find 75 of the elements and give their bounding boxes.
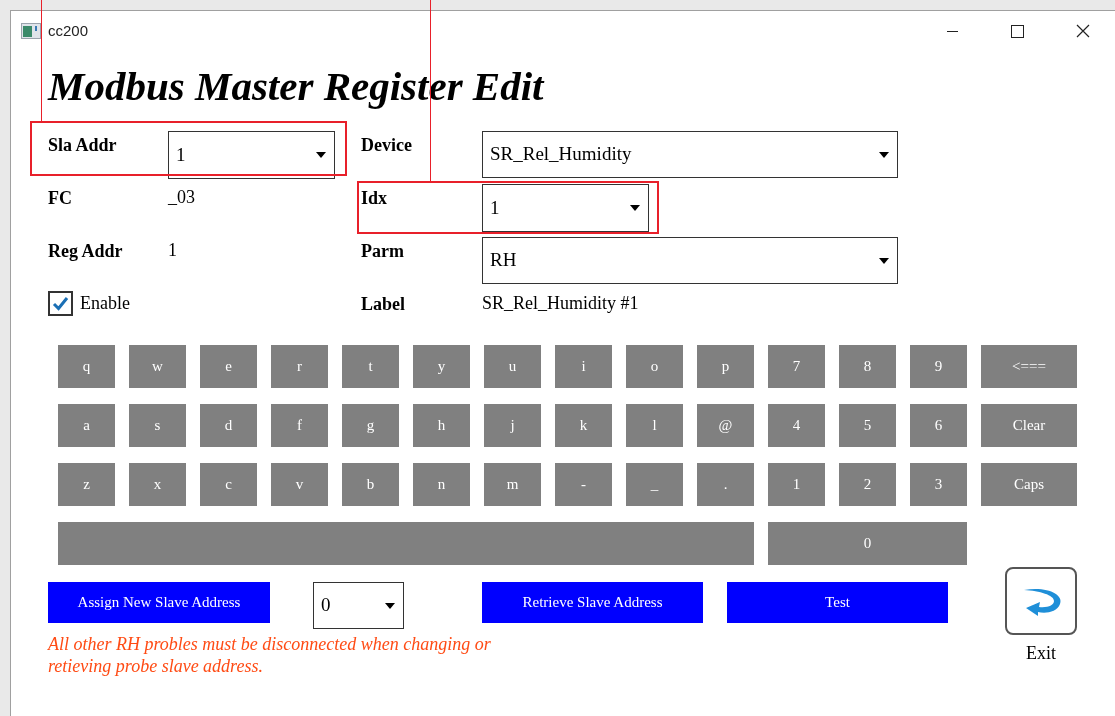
keyboard-key[interactable]: 0 <box>768 522 967 565</box>
keyboard-key[interactable]: s <box>129 404 186 447</box>
field-value: 1 <box>168 239 177 262</box>
field-value: SR_Rel_Humidity #1 <box>482 292 639 315</box>
keyboard-key[interactable]: 1 <box>768 463 825 506</box>
check-icon <box>52 296 69 311</box>
keyboard-key[interactable]: o <box>626 345 683 388</box>
keyboard-key[interactable]: z <box>58 463 115 506</box>
keyboard-key[interactable]: Clear <box>981 404 1077 447</box>
keyboard-key[interactable]: e <box>200 345 257 388</box>
keyboard-key[interactable]: w <box>129 345 186 388</box>
close-icon <box>1075 24 1090 38</box>
dropdown[interactable]: SR_Rel_Humidity <box>482 131 898 178</box>
keyboard-key[interactable]: q <box>58 345 115 388</box>
keyboard-key[interactable]: 9 <box>910 345 967 388</box>
field-label: Sla Addr <box>48 134 118 157</box>
field-label: Parm <box>361 240 405 263</box>
dropdown[interactable]: 1 <box>482 184 649 232</box>
keyboard-key[interactable]: p <box>697 345 754 388</box>
keyboard-key[interactable]: y <box>413 345 470 388</box>
keyboard-key[interactable]: 6 <box>910 404 967 447</box>
keyboard-key[interactable]: a <box>58 404 115 447</box>
keyboard-key[interactable]: <=== <box>981 345 1077 388</box>
dropdown[interactable]: 1 <box>168 131 335 179</box>
window-title: cc200 <box>48 20 89 41</box>
keyboard-key[interactable]: m <box>484 463 541 506</box>
keyboard-key[interactable]: u <box>484 345 541 388</box>
keyboard-key[interactable]: v <box>271 463 328 506</box>
keyboard-key[interactable]: @ <box>697 404 754 447</box>
field-value: _03 <box>168 186 195 209</box>
keyboard-key[interactable]: g <box>342 404 399 447</box>
keyboard-key[interactable]: j <box>484 404 541 447</box>
keyboard-key[interactable]: t <box>342 345 399 388</box>
keyboard-key[interactable]: c <box>200 463 257 506</box>
exit-label: Exit <box>1026 642 1056 665</box>
keyboard-key[interactable]: - <box>555 463 612 506</box>
keyboard-key[interactable]: 7 <box>768 345 825 388</box>
keyboard-key[interactable]: _ <box>626 463 683 506</box>
field-label: Idx <box>361 187 388 210</box>
dropdown[interactable]: RH <box>482 237 898 284</box>
keyboard-key[interactable]: 2 <box>839 463 896 506</box>
keyboard-key[interactable]: 5 <box>839 404 896 447</box>
keyboard-key[interactable]: x <box>129 463 186 506</box>
caret-icon <box>385 602 395 609</box>
field-label: FC <box>48 187 73 210</box>
keyboard-key[interactable]: 4 <box>768 404 825 447</box>
keyboard-key[interactable]: d <box>200 404 257 447</box>
keyboard-key[interactable]: r <box>271 345 328 388</box>
dropdown[interactable]: 0 <box>313 582 404 629</box>
field-label: Label <box>361 293 406 316</box>
keyboard-key[interactable]: i <box>555 345 612 388</box>
keyboard-key[interactable]: l <box>626 404 683 447</box>
warning-text: All other RH probles must be disconnected when changing or retieving probe slave address. <box>48 633 492 677</box>
keyboard-key[interactable]: h <box>413 404 470 447</box>
assign-address-button[interactable]: Assign New Slave Address <box>48 582 270 623</box>
checkbox[interactable] <box>48 291 73 316</box>
checkbox-label: Enable <box>80 292 130 315</box>
retrieve-address-button[interactable]: Retrieve Slave Address <box>482 582 703 623</box>
keyboard-key[interactable]: Caps <box>981 463 1077 506</box>
keyboard-key[interactable]: . <box>697 463 754 506</box>
keyboard-key[interactable]: 8 <box>839 345 896 388</box>
keyboard-key[interactable]: k <box>555 404 612 447</box>
app-icon <box>21 23 41 39</box>
keyboard-key[interactable]: 3 <box>910 463 967 506</box>
keyboard-key[interactable]: b <box>342 463 399 506</box>
exit-button[interactable] <box>1005 567 1077 635</box>
field-label: Device <box>361 134 413 157</box>
caret-icon <box>316 152 326 158</box>
keyboard-key[interactable]: n <box>413 463 470 506</box>
field-label: Reg Addr <box>48 240 124 263</box>
caret-icon <box>630 205 640 211</box>
caret-icon <box>879 151 889 158</box>
keyboard-key[interactable]: f <box>271 404 328 447</box>
test-button[interactable]: Test <box>727 582 948 623</box>
caret-icon <box>879 257 889 264</box>
